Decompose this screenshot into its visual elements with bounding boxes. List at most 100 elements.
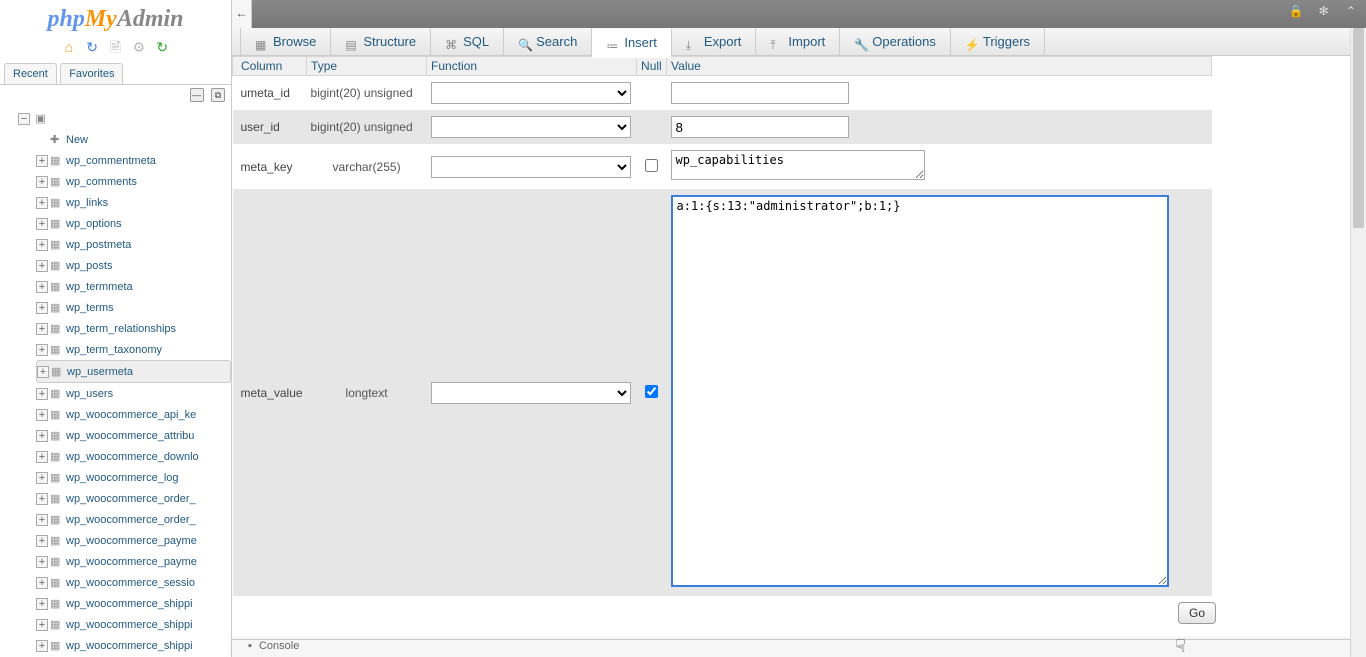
table-link[interactable]: wp_woocommerce_attribu <box>66 430 194 442</box>
plus-icon[interactable] <box>36 430 48 442</box>
tree-table-item[interactable]: ▦wp_term_taxonomy <box>36 339 231 360</box>
tree-table-item[interactable]: ▦wp_links <box>36 192 231 213</box>
plus-icon[interactable] <box>36 556 48 568</box>
table-link[interactable]: wp_usermeta <box>67 366 133 378</box>
null-checkbox-meta-value[interactable] <box>645 385 658 398</box>
plus-icon[interactable] <box>36 472 48 484</box>
tab-browse[interactable]: ▦Browse <box>240 28 331 56</box>
tree-table-item[interactable]: ▦wp_woocommerce_shippi <box>36 635 231 656</box>
docs-icon[interactable]: 🗎 <box>108 37 124 53</box>
plus-icon[interactable] <box>36 451 48 463</box>
plus-icon[interactable] <box>36 323 48 335</box>
table-link[interactable]: wp_term_taxonomy <box>66 344 162 356</box>
tree-table-item[interactable]: ▦wp_woocommerce_order_ <box>36 488 231 509</box>
tab-structure[interactable]: ▤Structure <box>331 28 431 56</box>
value-input-umeta-id[interactable] <box>671 82 849 104</box>
func-select-umeta-id[interactable] <box>431 82 631 104</box>
null-checkbox-meta-key[interactable] <box>645 159 658 172</box>
table-link[interactable]: wp_woocommerce_sessio <box>66 577 195 589</box>
plus-icon[interactable] <box>36 239 48 251</box>
table-link[interactable]: wp_woocommerce_shippi <box>66 640 193 652</box>
table-link[interactable]: wp_woocommerce_downlo <box>66 451 199 463</box>
table-link[interactable]: wp_posts <box>66 260 112 272</box>
table-link[interactable]: wp_woocommerce_log <box>66 472 179 484</box>
tree-table-item[interactable]: ▦wp_termmeta <box>36 276 231 297</box>
plus-icon[interactable] <box>36 619 48 631</box>
lock-icon[interactable]: 🔒 <box>1287 4 1305 22</box>
tree-new-item[interactable]: ✚New <box>36 129 231 150</box>
tree-table-item[interactable]: ▦wp_usermeta <box>36 360 231 383</box>
table-link[interactable]: wp_commentmeta <box>66 155 156 167</box>
tab-triggers[interactable]: ⚡Triggers <box>951 28 1045 56</box>
db-server-node[interactable]: ▣ ✚New▦wp_commentmeta▦wp_comments▦wp_lin… <box>18 108 231 657</box>
nav-collapse-button[interactable]: ← <box>232 0 252 28</box>
plus-icon[interactable] <box>36 218 48 230</box>
tree-table-item[interactable]: ▦wp_woocommerce_sessio <box>36 572 231 593</box>
new-link[interactable]: New <box>66 134 88 146</box>
table-link[interactable]: wp_woocommerce_order_ <box>66 493 196 505</box>
tab-sql[interactable]: ⌘SQL <box>431 28 504 56</box>
plus-icon[interactable] <box>37 366 49 378</box>
scrollbar-thumb[interactable] <box>1353 28 1364 228</box>
table-link[interactable]: wp_term_relationships <box>66 323 176 335</box>
tree-table-item[interactable]: ▦wp_users <box>36 383 231 404</box>
table-link[interactable]: wp_woocommerce_shippi <box>66 598 193 610</box>
plus-icon[interactable] <box>36 535 48 547</box>
tab-operations[interactable]: 🔧Operations <box>840 28 951 56</box>
tree-table-item[interactable]: ▦wp_woocommerce_downlo <box>36 446 231 467</box>
plus-icon[interactable] <box>36 281 48 293</box>
tab-export[interactable]: ⤓Export <box>672 28 757 56</box>
go-button[interactable]: Go <box>1178 602 1216 624</box>
table-link[interactable]: wp_woocommerce_shippi <box>66 619 193 631</box>
link-chain-icon[interactable]: ⧉ <box>211 88 225 102</box>
func-select-meta-key[interactable] <box>431 156 631 178</box>
tree-table-item[interactable]: ▦wp_comments <box>36 171 231 192</box>
plus-icon[interactable] <box>36 302 48 314</box>
tree-table-item[interactable]: ▦wp_woocommerce_log <box>36 467 231 488</box>
caret-up-icon[interactable]: ⌃ <box>1342 4 1360 22</box>
console-bar[interactable]: ▪ Console <box>232 639 1350 657</box>
collapse-all-icon[interactable]: — <box>190 88 204 102</box>
tree-table-item[interactable]: ▦wp_woocommerce_shippi <box>36 614 231 635</box>
plus-icon[interactable] <box>36 493 48 505</box>
reload-icon[interactable]: ↻ <box>154 39 170 55</box>
plus-icon[interactable] <box>36 344 48 356</box>
plus-icon[interactable] <box>36 598 48 610</box>
gear-icon[interactable]: ✻ <box>1315 4 1333 22</box>
tree-table-item[interactable]: ▦wp_term_relationships <box>36 318 231 339</box>
value-textarea-meta-value[interactable] <box>671 195 1169 587</box>
table-link[interactable]: wp_terms <box>66 302 114 314</box>
minus-icon[interactable] <box>18 113 30 125</box>
tree-table-item[interactable]: ▦wp_terms <box>36 297 231 318</box>
favorites-tab[interactable]: Favorites <box>60 63 123 84</box>
tree-table-item[interactable]: ▦wp_woocommerce_api_ke <box>36 404 231 425</box>
tab-import[interactable]: ⤒Import <box>756 28 840 56</box>
tree-table-item[interactable]: ▦wp_woocommerce_order_ <box>36 509 231 530</box>
table-link[interactable]: wp_termmeta <box>66 281 133 293</box>
tree-table-item[interactable]: ▦wp_woocommerce_payme <box>36 530 231 551</box>
db-label[interactable] <box>55 111 115 125</box>
tree-table-item[interactable]: ▦wp_posts <box>36 255 231 276</box>
table-link[interactable]: wp_woocommerce_order_ <box>66 514 196 526</box>
plus-icon[interactable] <box>36 388 48 400</box>
table-link[interactable]: wp_links <box>66 197 108 209</box>
table-link[interactable]: wp_users <box>66 388 113 400</box>
tree-table-item[interactable]: ▦wp_options <box>36 213 231 234</box>
tree-table-item[interactable]: ▦wp_commentmeta <box>36 150 231 171</box>
plus-icon[interactable] <box>36 514 48 526</box>
plus-icon[interactable] <box>36 577 48 589</box>
tree-table-item[interactable]: ▦wp_woocommerce_payme <box>36 551 231 572</box>
vertical-scrollbar[interactable] <box>1350 28 1366 657</box>
value-textarea-meta-key[interactable] <box>671 150 925 180</box>
plus-icon[interactable] <box>36 640 48 652</box>
table-link[interactable]: wp_options <box>66 218 122 230</box>
table-link[interactable]: wp_woocommerce_api_ke <box>66 409 196 421</box>
plus-icon[interactable] <box>36 176 48 188</box>
table-link[interactable]: wp_woocommerce_payme <box>66 535 197 547</box>
tab-insert[interactable]: ≔Insert <box>592 29 672 58</box>
table-link[interactable]: wp_postmeta <box>66 239 131 251</box>
logout-icon[interactable]: ↻ <box>84 39 100 55</box>
plus-icon[interactable] <box>36 155 48 167</box>
func-select-user-id[interactable] <box>431 116 631 138</box>
home-icon[interactable]: ⌂ <box>61 39 77 55</box>
